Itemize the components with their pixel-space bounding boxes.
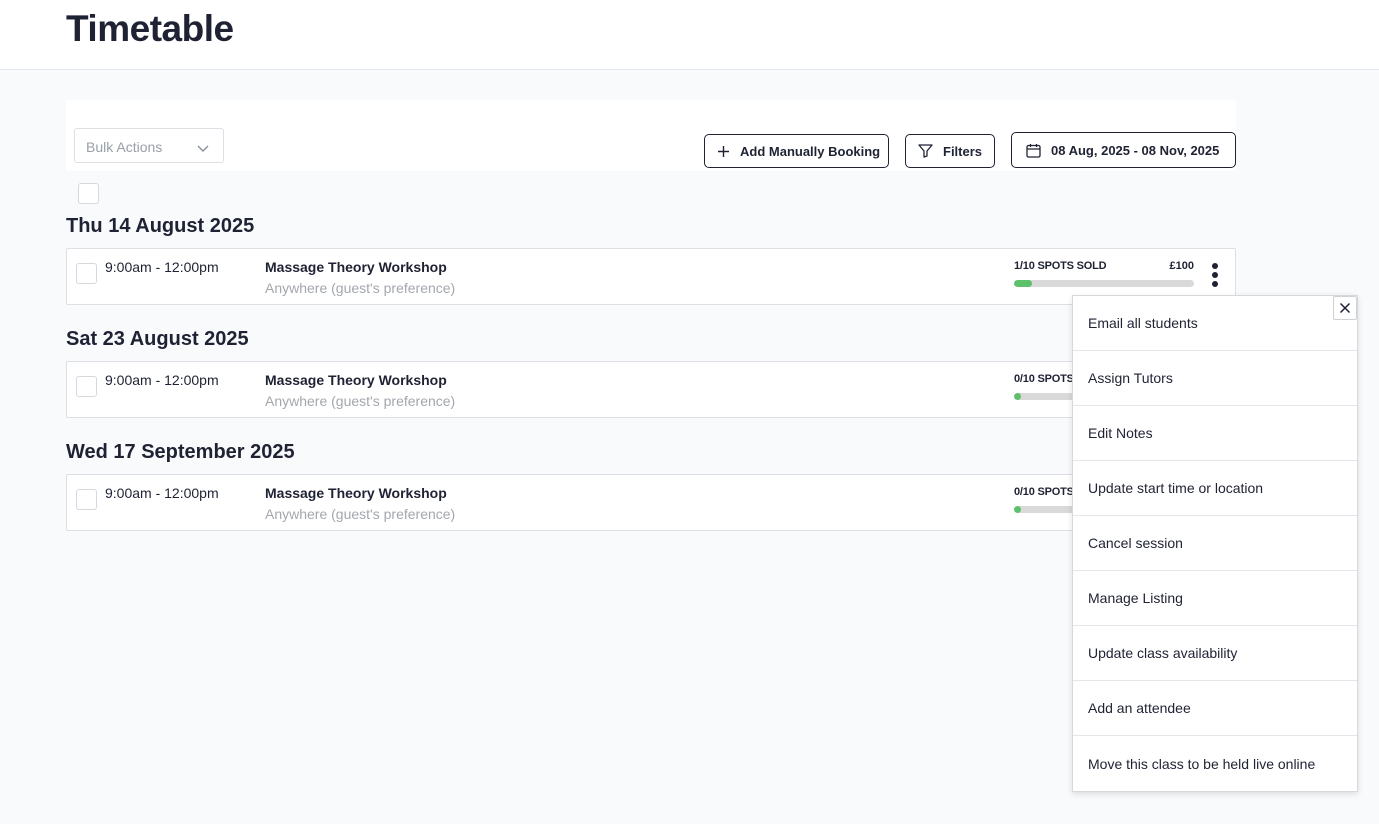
select-all-checkbox[interactable] — [78, 183, 99, 204]
session-name[interactable]: Massage Theory Workshop — [265, 372, 447, 388]
date-heading: Thu 14 August 2025 — [66, 215, 255, 237]
add-manual-booking-label: Add Manually Booking — [740, 143, 881, 159]
menu-item-edit-notes[interactable]: Edit Notes — [1073, 406, 1357, 461]
spots-sold-label: 1/10 SPOTS SOLD — [1014, 260, 1107, 272]
date-range-label: 08 Aug, 2025 - 08 Nov, 2025 — [1051, 142, 1220, 158]
calendar-icon — [1026, 143, 1041, 158]
bulk-actions-placeholder: Bulk Actions — [86, 139, 163, 155]
date-range-button[interactable]: 08 Aug, 2025 - 08 Nov, 2025 — [1011, 132, 1236, 168]
menu-item-email-all-students[interactable]: Email all students — [1073, 296, 1357, 351]
session-price: £100 — [1169, 260, 1194, 272]
filters-label: Filters — [943, 143, 983, 159]
session-time: 9:00am - 12:00pm — [105, 372, 219, 388]
bulk-actions-select[interactable]: Bulk Actions — [74, 128, 224, 163]
session-time: 9:00am - 12:00pm — [105, 485, 219, 501]
session-row[interactable]: 9:00am - 12:00pm Massage Theory Workshop… — [66, 248, 1236, 305]
filter-icon — [918, 144, 933, 158]
menu-item-update-availability[interactable]: Update class availability — [1073, 626, 1357, 681]
session-checkbox[interactable] — [76, 376, 97, 397]
spots-progress-fill — [1014, 280, 1032, 287]
spots-sold-label: 0/10 SPOTS — [1014, 373, 1074, 385]
menu-item-manage-listing[interactable]: Manage Listing — [1073, 571, 1357, 626]
spots-progress-fill — [1014, 506, 1021, 513]
menu-item-add-attendee[interactable]: Add an attendee — [1073, 681, 1357, 736]
session-location: Anywhere (guest's preference) — [265, 393, 456, 409]
session-row[interactable]: 9:00am - 12:00pm Massage Theory Workshop… — [66, 474, 1236, 531]
menu-item-assign-tutors[interactable]: Assign Tutors — [1073, 351, 1357, 406]
toolbar: Bulk Actions Add Manually Booking Filter… — [66, 100, 1236, 171]
spots-progress-bar — [1014, 280, 1194, 287]
date-heading: Wed 17 September 2025 — [66, 441, 295, 463]
page-title: Timetable — [66, 8, 234, 49]
plus-icon — [718, 145, 729, 157]
session-location: Anywhere (guest's preference) — [265, 280, 456, 296]
menu-item-cancel-session[interactable]: Cancel session — [1073, 516, 1357, 571]
session-actions-menu: Email all students Assign Tutors Edit No… — [1072, 295, 1358, 792]
spots-progress-fill — [1014, 393, 1021, 400]
session-row[interactable]: 9:00am - 12:00pm Massage Theory Workshop… — [66, 361, 1236, 418]
page-header: Timetable — [0, 0, 1379, 70]
menu-item-move-online[interactable]: Move this class to be held live online — [1073, 736, 1357, 791]
session-checkbox[interactable] — [76, 263, 97, 284]
session-time: 9:00am - 12:00pm — [105, 259, 219, 275]
add-manual-booking-button[interactable]: Add Manually Booking — [704, 134, 889, 168]
spots-sold-label: 0/10 SPOTS — [1014, 486, 1074, 498]
filters-button[interactable]: Filters — [905, 134, 995, 168]
session-name[interactable]: Massage Theory Workshop — [265, 485, 447, 501]
session-name[interactable]: Massage Theory Workshop — [265, 259, 447, 275]
session-checkbox[interactable] — [76, 489, 97, 510]
menu-item-update-start-time[interactable]: Update start time or location — [1073, 461, 1357, 516]
kebab-icon[interactable] — [1208, 263, 1222, 293]
date-heading: Sat 23 August 2025 — [66, 328, 249, 350]
chevron-down-icon — [197, 140, 209, 158]
session-location: Anywhere (guest's preference) — [265, 506, 456, 522]
